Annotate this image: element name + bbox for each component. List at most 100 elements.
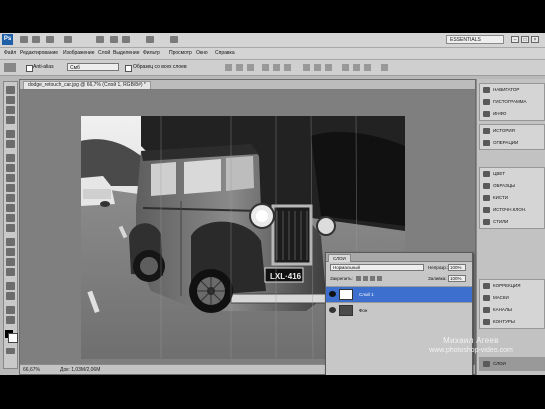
opacity-input[interactable]: 100%: [448, 264, 466, 271]
lock-position-icon[interactable]: [370, 276, 375, 281]
arrange-documents-icon[interactable]: [146, 36, 154, 43]
distribute-top-icon[interactable]: [303, 64, 310, 71]
panel-color[interactable]: ЦВЕТ: [480, 168, 544, 180]
extras-icon[interactable]: [46, 36, 54, 43]
zoom-level-icon[interactable]: [64, 36, 72, 43]
gradient-tool-icon[interactable]: [6, 204, 15, 212]
menu-view[interactable]: Просмотр: [169, 48, 192, 59]
distribute-right-icon[interactable]: [364, 64, 371, 71]
eye-icon[interactable]: [329, 307, 336, 313]
lock-transparency-icon[interactable]: [356, 276, 361, 281]
background-color-swatch[interactable]: [8, 333, 18, 343]
clone-stamp-tool-icon[interactable]: [6, 174, 15, 182]
hand-tool-icon[interactable]: [6, 306, 15, 314]
mini-bridge-icon[interactable]: [32, 36, 40, 43]
align-left-icon[interactable]: [262, 64, 269, 71]
quick-selection-tool-icon[interactable]: [6, 116, 15, 124]
shape-tool-icon[interactable]: [6, 268, 15, 276]
menu-bar: Файл Редактирование Изображение Слой Выд…: [0, 48, 545, 60]
auto-align-icon[interactable]: [381, 64, 388, 71]
menu-layer[interactable]: Слой: [98, 48, 110, 59]
panel-masks[interactable]: МАСКИ: [480, 292, 544, 304]
path-selection-tool-icon[interactable]: [6, 258, 15, 266]
eraser-tool-icon[interactable]: [6, 194, 15, 202]
menu-image[interactable]: Изображение: [63, 48, 95, 59]
panel-history[interactable]: ИСТОРИЯ: [480, 125, 544, 137]
blur-tool-icon[interactable]: [6, 214, 15, 222]
lock-pixels-icon[interactable]: [363, 276, 368, 281]
hand-tool-icon[interactable]: [96, 36, 104, 43]
panel-adjustments[interactable]: КОРРЕКЦИЯ: [480, 280, 544, 292]
distribute-center-icon[interactable]: [353, 64, 360, 71]
align-right-icon[interactable]: [284, 64, 291, 71]
menu-filter[interactable]: Фильтр: [143, 48, 160, 59]
align-middle-icon[interactable]: [236, 64, 243, 71]
blend-mode-select[interactable]: Нормальный: [330, 264, 424, 271]
panel-info[interactable]: ИНФО: [480, 108, 544, 120]
panel-navigator[interactable]: НАВИГАТОР: [480, 84, 544, 96]
document-tab[interactable]: dodge_retouch_car.jpg @ 66,7% (Слой 1, R…: [23, 81, 151, 89]
bridge-icon[interactable]: [20, 36, 28, 43]
antialias-checkbox[interactable]: [26, 65, 33, 72]
align-center-icon[interactable]: [273, 64, 280, 71]
sample-all-layers-label: Образец со всех слоев: [133, 64, 187, 70]
dodge-tool-icon[interactable]: [6, 224, 15, 232]
current-tool-icon[interactable]: [4, 63, 16, 72]
panel-paths[interactable]: КОНТУРЫ: [480, 316, 544, 328]
workspace-switcher[interactable]: ESSENTIALS: [446, 35, 504, 44]
lock-all-icon[interactable]: [377, 276, 382, 281]
distribute-left-icon[interactable]: [342, 64, 349, 71]
healing-brush-tool-icon[interactable]: [6, 154, 15, 162]
menu-select[interactable]: Выделение: [113, 48, 140, 59]
menu-file[interactable]: Файл: [4, 48, 16, 59]
panel-clone-source[interactable]: ИСТОЧН.КЛОН.: [480, 204, 544, 216]
distribute-middle-icon[interactable]: [314, 64, 321, 71]
layer-row[interactable]: Фон: [326, 302, 472, 318]
crop-tool-icon[interactable]: [6, 130, 15, 138]
opacity-label: Непрозр.:: [428, 265, 449, 270]
lasso-tool-icon[interactable]: [6, 106, 15, 114]
layer-row[interactable]: Слой 1: [326, 286, 472, 302]
layers-panel-tab[interactable]: СЛОИ: [328, 254, 351, 262]
align-bottom-icon[interactable]: [247, 64, 254, 71]
panel-brushes[interactable]: КИСТИ: [480, 192, 544, 204]
pen-tool-icon[interactable]: [6, 238, 15, 246]
align-top-icon[interactable]: [225, 64, 232, 71]
style-select[interactable]: Смб: [67, 63, 119, 71]
panel-channels[interactable]: КАНАЛЫ: [480, 304, 544, 316]
type-tool-icon[interactable]: [6, 248, 15, 256]
menu-help[interactable]: Справка: [215, 48, 235, 59]
screen-mode-icon[interactable]: [170, 36, 178, 43]
minimize-button[interactable]: –: [511, 36, 519, 43]
close-button[interactable]: ×: [531, 36, 539, 43]
panel-histogram[interactable]: ГИСТОГРАММА: [480, 96, 544, 108]
3d-rotate-tool-icon[interactable]: [6, 282, 15, 290]
zoom-tool-icon[interactable]: [6, 316, 15, 324]
zoom-readout[interactable]: 66,67%: [23, 365, 40, 374]
lock-label: Закрепить:: [330, 276, 353, 281]
svg-text:LXL·416: LXL·416: [270, 272, 302, 281]
zoom-tool-icon[interactable]: [110, 36, 118, 43]
panel-swatches[interactable]: ОБРАЗЦЫ: [480, 180, 544, 192]
panel-actions[interactable]: ОПЕРАЦИИ: [480, 137, 544, 149]
quick-mask-icon[interactable]: [6, 348, 15, 354]
3d-orbit-tool-icon[interactable]: [6, 292, 15, 300]
menu-edit[interactable]: Редактирование: [20, 48, 58, 59]
layers-panel-header[interactable]: СЛОИ: [326, 253, 472, 262]
maximize-button[interactable]: □: [521, 36, 529, 43]
menu-window[interactable]: Окно: [196, 48, 208, 59]
info-icon: [483, 111, 490, 117]
move-tool-icon[interactable]: [6, 86, 15, 94]
sample-all-layers-checkbox[interactable]: [125, 65, 132, 72]
watermark-name: Михаил Агеев: [443, 336, 499, 345]
brush-tool-icon[interactable]: [6, 164, 15, 172]
distribute-bottom-icon[interactable]: [325, 64, 332, 71]
masks-icon: [483, 295, 490, 301]
eye-icon[interactable]: [329, 291, 336, 297]
history-brush-tool-icon[interactable]: [6, 184, 15, 192]
marquee-tool-icon[interactable]: [6, 96, 15, 104]
eyedropper-tool-icon[interactable]: [6, 140, 15, 148]
rotate-view-icon[interactable]: [122, 36, 130, 43]
fill-input[interactable]: 100%: [448, 275, 466, 282]
panel-styles[interactable]: СТИЛИ: [480, 216, 544, 228]
